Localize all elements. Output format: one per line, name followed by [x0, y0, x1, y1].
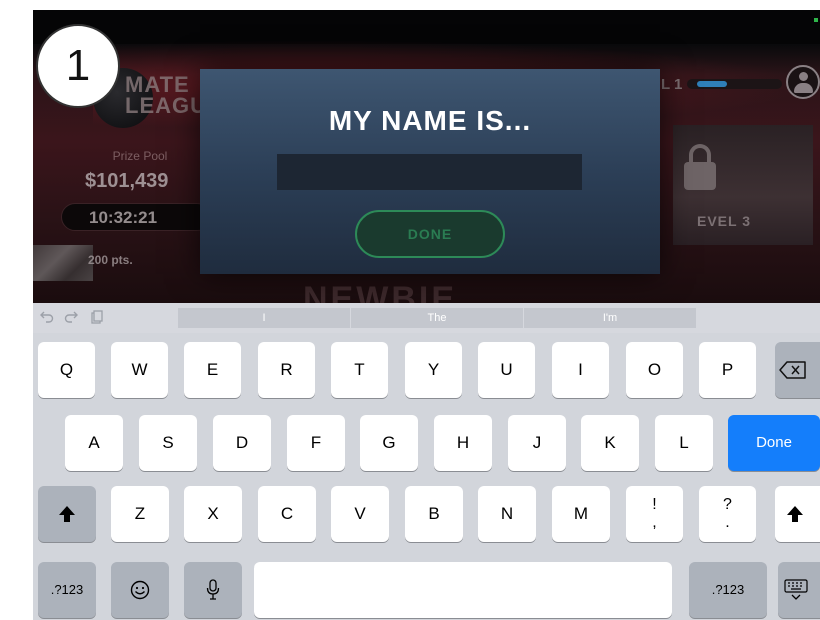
- space-key[interactable]: [254, 562, 672, 618]
- key-o[interactable]: O: [626, 342, 683, 398]
- avatar-icon[interactable]: [786, 65, 820, 99]
- key-x[interactable]: X: [184, 486, 242, 542]
- lock-icon-shackle: [689, 144, 711, 164]
- points-label: 200 pts.: [88, 253, 133, 267]
- key-question: ?: [723, 496, 732, 513]
- key-g[interactable]: G: [360, 415, 418, 471]
- ios-keyboard: I The I'm Q W E R T Y U I O P A S D F G …: [33, 303, 820, 620]
- shift-icon: [59, 506, 75, 522]
- banner-text: NEWBIE: [303, 280, 457, 303]
- key-q[interactable]: Q: [38, 342, 95, 398]
- suggestion-3[interactable]: I'm: [524, 308, 696, 328]
- key-i[interactable]: I: [552, 342, 609, 398]
- key-question-period[interactable]: ? .: [699, 486, 756, 542]
- key-u[interactable]: U: [478, 342, 535, 398]
- key-n[interactable]: N: [478, 486, 536, 542]
- lock-icon: [684, 162, 716, 190]
- emoji-key[interactable]: [111, 562, 169, 618]
- keyboard-done-button[interactable]: Done: [728, 415, 820, 471]
- key-a[interactable]: A: [65, 415, 123, 471]
- suggestion-2[interactable]: The: [351, 308, 523, 328]
- timer-text: 10:32:21: [89, 208, 158, 227]
- status-bar: [33, 10, 820, 44]
- key-period: .: [725, 514, 730, 531]
- shift-right-key[interactable]: [775, 486, 820, 542]
- prize-pool-value: $101,439: [85, 170, 169, 192]
- key-s[interactable]: S: [139, 415, 197, 471]
- dialog-done-button[interactable]: DONE: [355, 210, 505, 258]
- avatar-head: [799, 72, 808, 81]
- microphone-icon: [206, 579, 220, 600]
- game-screen: MATE LEAGUE Prize Pool $101,439 10:32:21…: [33, 10, 820, 303]
- key-exclamation-comma[interactable]: ! ,: [626, 486, 683, 542]
- key-d[interactable]: D: [213, 415, 271, 471]
- key-e[interactable]: E: [184, 342, 241, 398]
- level-label: L 1: [661, 76, 683, 93]
- key-c[interactable]: C: [258, 486, 316, 542]
- key-t[interactable]: T: [331, 342, 388, 398]
- key-h[interactable]: H: [434, 415, 492, 471]
- avatar-body: [794, 83, 813, 93]
- key-exclamation: !: [652, 496, 657, 513]
- key-r[interactable]: R: [258, 342, 315, 398]
- locked-level-label: EVEL 3: [697, 213, 751, 229]
- key-z[interactable]: Z: [111, 486, 169, 542]
- dialog-title: MY NAME IS...: [328, 105, 532, 136]
- key-f[interactable]: F: [287, 415, 345, 471]
- screenshot: MATE LEAGUE Prize Pool $101,439 10:32:21…: [33, 10, 820, 620]
- microphone-key[interactable]: [184, 562, 242, 618]
- key-l[interactable]: L: [655, 415, 713, 471]
- key-w[interactable]: W: [111, 342, 168, 398]
- backspace-key[interactable]: [775, 342, 820, 398]
- key-k[interactable]: K: [581, 415, 639, 471]
- key-v[interactable]: V: [331, 486, 389, 542]
- hide-keyboard-icon: [784, 579, 808, 600]
- shift-left-key[interactable]: [38, 486, 96, 542]
- key-j[interactable]: J: [508, 415, 566, 471]
- name-input[interactable]: [277, 154, 582, 190]
- prize-pool-label: Prize Pool: [112, 149, 168, 163]
- key-p[interactable]: P: [699, 342, 756, 398]
- key-b[interactable]: B: [405, 486, 463, 542]
- battery-indicator: [814, 18, 818, 22]
- backspace-icon: [779, 361, 806, 379]
- suggestion-1[interactable]: I: [178, 308, 350, 328]
- numbers-key-left[interactable]: .?123: [38, 562, 96, 618]
- redo-icon[interactable]: [63, 308, 79, 326]
- key-m[interactable]: M: [552, 486, 610, 542]
- paste-icon[interactable]: [89, 308, 105, 326]
- key-y[interactable]: Y: [405, 342, 462, 398]
- shift-icon: [787, 506, 803, 522]
- league-thumbnail: [33, 245, 93, 281]
- hide-keyboard-key[interactable]: [778, 562, 820, 618]
- numbers-key-right[interactable]: .?123: [689, 562, 767, 618]
- undo-icon[interactable]: [39, 308, 55, 326]
- xp-bar-fill: [697, 81, 727, 87]
- name-dialog: MY NAME IS... DONE: [200, 69, 660, 274]
- step-number-badge: 1: [36, 24, 120, 108]
- emoji-icon: [130, 580, 150, 600]
- key-comma: ,: [652, 514, 657, 531]
